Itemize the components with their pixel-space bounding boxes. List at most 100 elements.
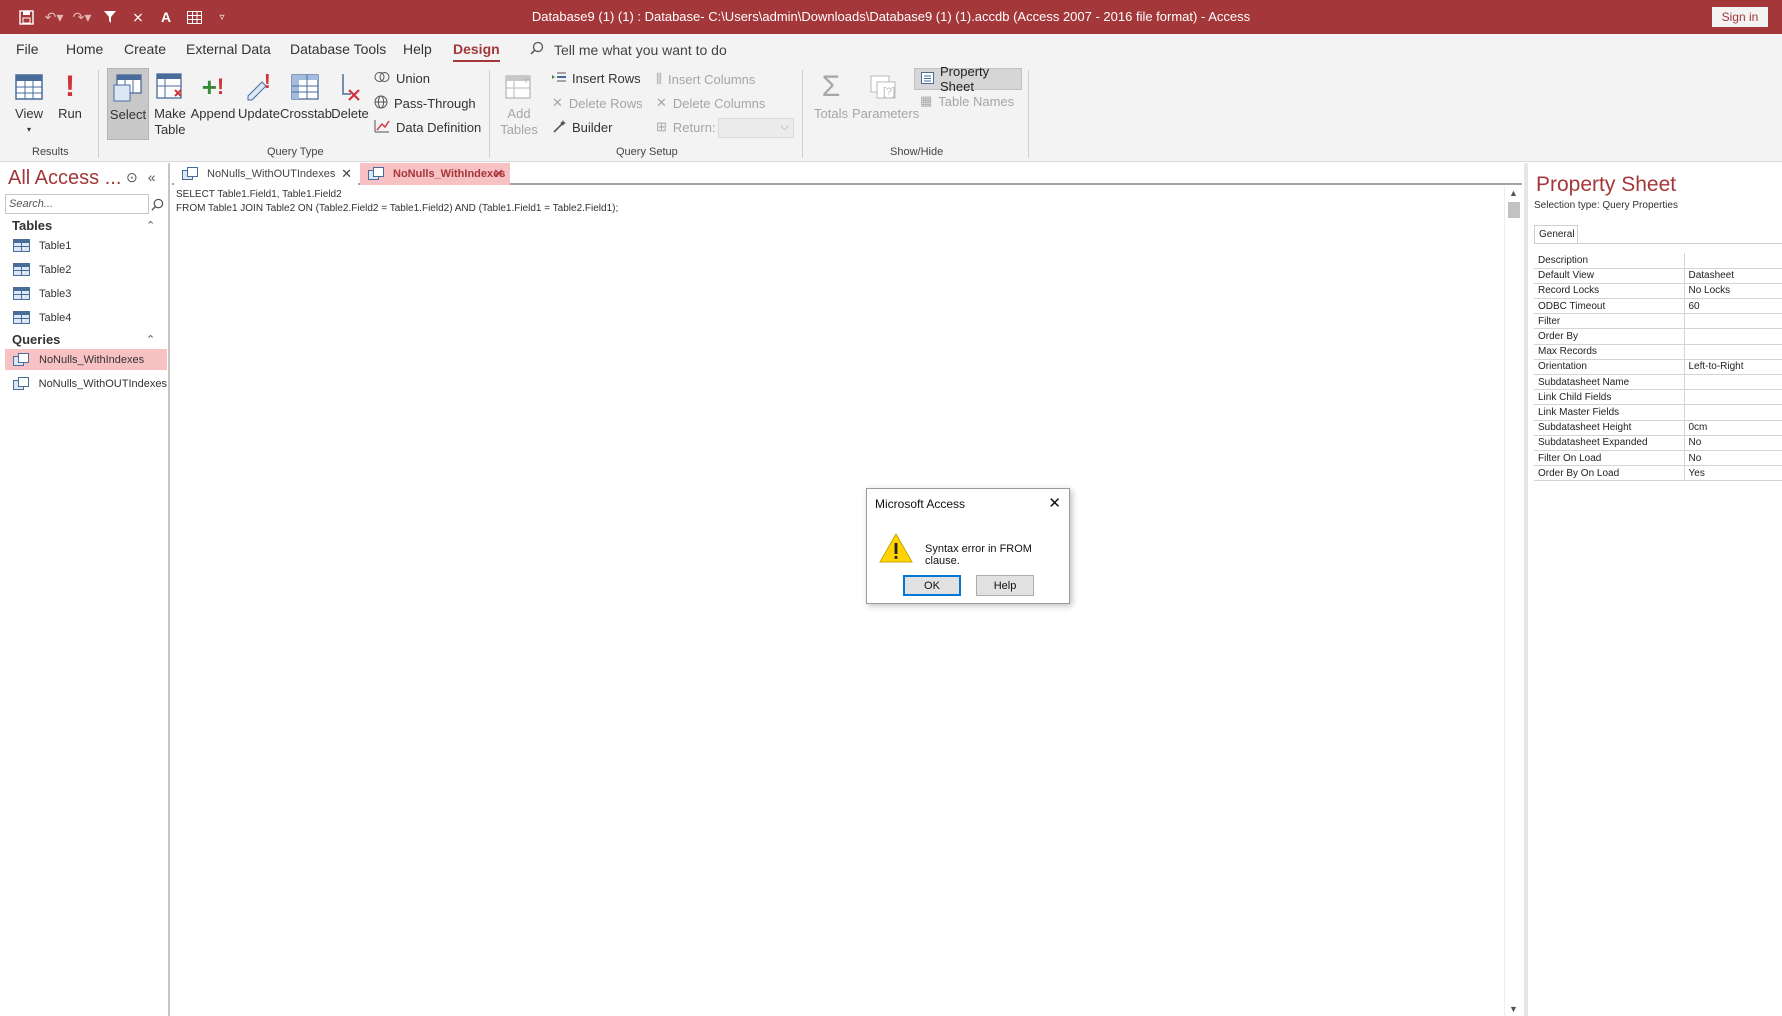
divider	[489, 70, 490, 158]
sign-in-button[interactable]: Sign in	[1712, 7, 1768, 27]
close-tab-icon[interactable]: ✕	[493, 166, 504, 182]
property-name: Max Records	[1534, 344, 1685, 360]
property-name: Filter	[1534, 313, 1685, 330]
property-value[interactable]	[1684, 328, 1782, 345]
property-value[interactable]	[1684, 344, 1782, 360]
vertical-scrollbar[interactable]: ▲ ▼	[1504, 186, 1522, 1016]
run-button[interactable]: ! Run	[54, 68, 86, 122]
close-tab-icon[interactable]: ✕	[341, 166, 352, 182]
property-value[interactable]	[1684, 374, 1782, 391]
nav-item-table4[interactable]: Table4	[5, 307, 167, 328]
help-button[interactable]: Help	[976, 575, 1034, 596]
property-row[interactable]: Subdatasheet Height 0cm	[1534, 420, 1782, 436]
scroll-up-icon[interactable]: ▲	[1509, 188, 1518, 198]
delete-rows-label: Delete Rows	[568, 95, 643, 111]
scroll-thumb[interactable]	[1508, 202, 1520, 218]
close-icon[interactable]: ✕	[1048, 494, 1061, 512]
property-row[interactable]: Description	[1534, 253, 1782, 269]
property-value[interactable]	[1684, 404, 1782, 421]
property-value[interactable]: No	[1684, 450, 1782, 467]
make-table-button[interactable]: Make Table	[152, 68, 188, 138]
tab-help[interactable]: Help	[403, 41, 432, 57]
update-button[interactable]: ! Update	[236, 68, 282, 122]
warning-icon	[879, 532, 913, 568]
tab-create[interactable]: Create	[124, 41, 166, 57]
view-button[interactable]: View ▾	[8, 68, 50, 138]
tell-me-search[interactable]: Tell me what you want to do	[530, 41, 727, 58]
property-row[interactable]: Link Child Fields	[1534, 389, 1782, 406]
property-value[interactable]: No	[1684, 435, 1782, 451]
nav-search-input[interactable]: Search...	[5, 194, 149, 214]
property-row[interactable]: Max Records	[1534, 344, 1782, 360]
delete-columns-button[interactable]: ✕ Delete Columns	[656, 95, 765, 111]
queries-group-header[interactable]: Queries	[12, 332, 60, 347]
append-button[interactable]: +! Append	[190, 68, 236, 122]
tab-file[interactable]: File	[16, 41, 39, 57]
union-button[interactable]: Union	[374, 71, 430, 86]
delete-rows-button[interactable]: ✕ Delete Rows	[552, 95, 643, 111]
sql-editor[interactable]: SELECT Table1.Field1, Table1.Field2 FROM…	[172, 186, 1504, 1016]
delete-query-button[interactable]: Delete	[330, 68, 370, 122]
tables-group-header[interactable]: Tables	[12, 218, 52, 233]
tab-design[interactable]: Design	[453, 41, 500, 62]
doc-tab-with-indexes[interactable]: NoNulls_WithIndexes ✕	[360, 163, 510, 185]
totals-button[interactable]: Σ Totals	[810, 68, 852, 122]
data-definition-button[interactable]: Data Definition	[374, 119, 481, 136]
nav-item-table2[interactable]: Table2	[5, 259, 167, 280]
nav-pane-title[interactable]: All Access ...	[8, 167, 121, 190]
property-row[interactable]: Order By On Load Yes	[1534, 465, 1782, 482]
property-row[interactable]: Record Locks No Locks	[1534, 283, 1782, 300]
property-row[interactable]: Subdatasheet Expanded No	[1534, 435, 1782, 451]
crosstab-button[interactable]: Crosstab	[280, 68, 332, 122]
tab-database-tools[interactable]: Database Tools	[290, 41, 386, 57]
property-value[interactable]	[1684, 313, 1782, 330]
tab-external-data[interactable]: External Data	[186, 41, 271, 57]
add-tables-button[interactable]: + Add Tables	[498, 68, 540, 138]
property-sheet-button[interactable]: Property Sheet	[914, 64, 1022, 94]
collapse-pane-icon[interactable]: «	[148, 169, 156, 186]
divider	[802, 70, 803, 158]
property-row[interactable]: ODBC Timeout 60	[1534, 298, 1782, 315]
property-row[interactable]: Orientation Left-to-Right	[1534, 359, 1782, 376]
delete-label: Delete	[331, 106, 369, 121]
property-value[interactable]: 0cm	[1684, 420, 1782, 436]
tab-general[interactable]: General	[1534, 225, 1578, 243]
search-icon[interactable]	[148, 194, 166, 214]
property-row[interactable]: Filter	[1534, 313, 1782, 330]
property-value[interactable]: No Locks	[1684, 283, 1782, 300]
select-query-button[interactable]: Select	[107, 68, 149, 140]
property-value[interactable]	[1684, 389, 1782, 406]
doc-tab-without-indexes[interactable]: NoNulls_WithOUTIndexes ✕	[174, 163, 358, 185]
property-row[interactable]: Order By	[1534, 328, 1782, 345]
property-value[interactable]: Left-to-Right	[1684, 359, 1782, 376]
nav-menu-dropdown-icon[interactable]: ⊙	[126, 169, 138, 186]
nav-item-query-with-indexes[interactable]: NoNulls_WithIndexes	[5, 349, 167, 370]
query-icon	[182, 167, 199, 181]
builder-button[interactable]: Builder	[552, 119, 612, 136]
property-row[interactable]: Link Master Fields	[1534, 404, 1782, 421]
pass-through-button[interactable]: Pass-Through	[374, 95, 476, 112]
property-value[interactable]: Yes	[1684, 465, 1782, 482]
navigation-pane: All Access ... ⊙ « Search... Tables ⌃ Ta…	[0, 163, 170, 1016]
scroll-down-icon[interactable]: ▼	[1509, 1004, 1518, 1014]
parameters-button[interactable]: [?] Parameters	[852, 68, 919, 122]
property-value[interactable]: 60	[1684, 298, 1782, 315]
globe-icon	[374, 95, 388, 112]
nav-item-table3[interactable]: Table3	[5, 283, 167, 304]
insert-columns-button[interactable]: ⫼ Insert Columns	[656, 71, 755, 87]
insert-rows-button[interactable]: Insert Rows	[552, 71, 641, 86]
property-value[interactable]	[1684, 253, 1782, 269]
ok-button[interactable]: OK	[903, 575, 961, 596]
collapse-group-icon[interactable]: ⌃	[146, 219, 155, 232]
table-names-button[interactable]: ▦ Table Names	[920, 93, 1014, 109]
tab-home[interactable]: Home	[66, 41, 103, 57]
dialog-title: Microsoft Access	[867, 489, 1069, 519]
property-value[interactable]: Datasheet	[1684, 268, 1782, 284]
nav-item-table1[interactable]: Table1	[5, 235, 167, 256]
property-row[interactable]: Filter On Load No	[1534, 450, 1782, 467]
collapse-group-icon[interactable]: ⌃	[146, 333, 155, 346]
return-dropdown[interactable]: ⌵	[718, 118, 794, 138]
property-row[interactable]: Subdatasheet Name	[1534, 374, 1782, 391]
nav-item-query-without-indexes[interactable]: NoNulls_WithOUTIndexes	[5, 373, 167, 394]
property-row[interactable]: Default View Datasheet	[1534, 268, 1782, 284]
